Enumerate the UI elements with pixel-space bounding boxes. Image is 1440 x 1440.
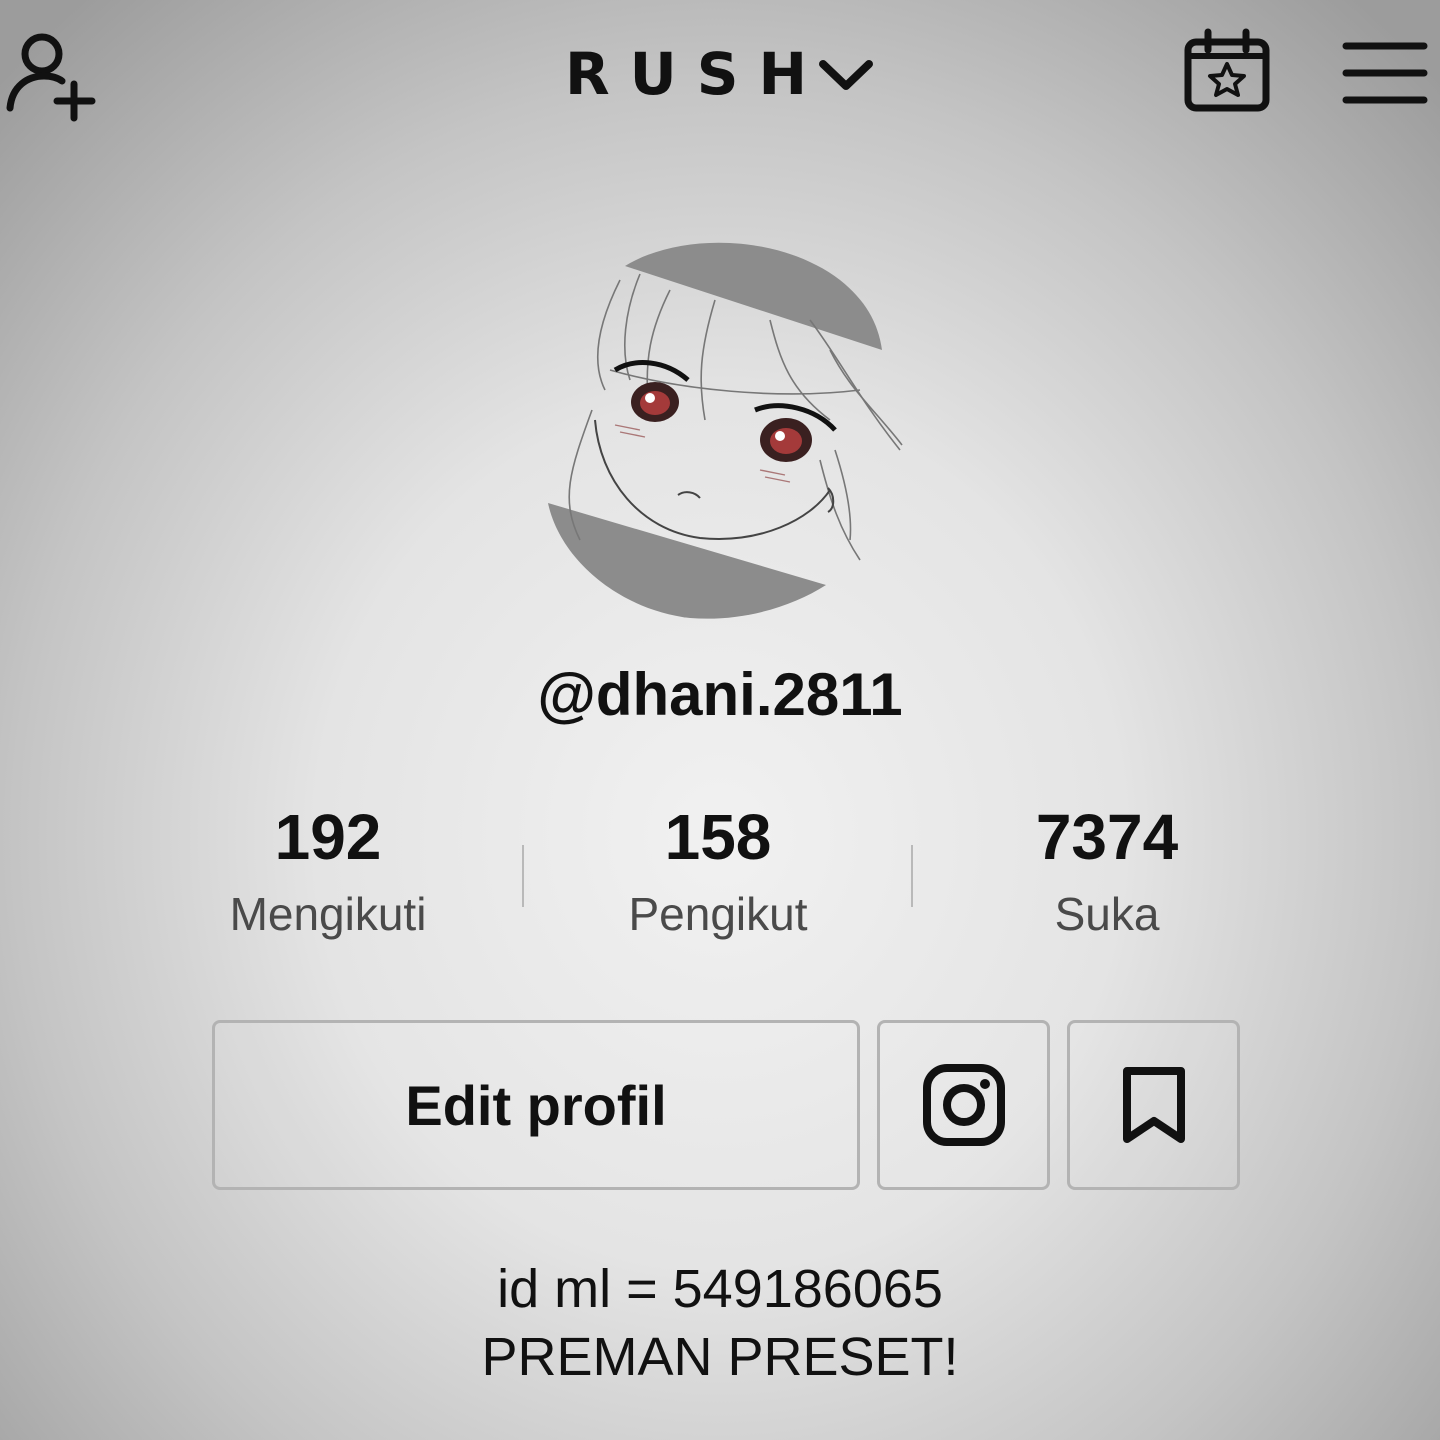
- menu-button[interactable]: [1340, 38, 1430, 108]
- username: @dhani.2811: [537, 661, 903, 728]
- edit-profile-button[interactable]: Edit profil: [212, 1020, 860, 1190]
- following-count: 192: [274, 801, 382, 873]
- stat-divider: [911, 845, 913, 907]
- following-stat[interactable]: 192 Mengikuti: [178, 795, 478, 965]
- likes-label: Suka: [1054, 888, 1160, 940]
- likes-stat[interactable]: 7374 Suka: [957, 795, 1257, 965]
- avatar-image: [548, 242, 903, 619]
- instagram-button[interactable]: [877, 1020, 1050, 1190]
- followers-label: Pengikut: [628, 888, 808, 940]
- bio-line: PREMAN PRESET!: [481, 1327, 959, 1387]
- calendar-button[interactable]: [1180, 28, 1274, 116]
- following-label: Mengikuti: [229, 888, 427, 940]
- bio: id ml = 549186065 PREMAN PRESET!: [320, 1255, 1120, 1391]
- stat-divider: [522, 845, 524, 907]
- hamburger-menu-icon: [1342, 42, 1428, 104]
- avatar[interactable]: [530, 240, 910, 625]
- favorites-button[interactable]: [1067, 1020, 1240, 1190]
- likes-count: 7374: [1035, 801, 1179, 873]
- followers-count: 158: [664, 801, 772, 873]
- calendar-star-icon: [1184, 28, 1270, 112]
- add-friend-icon: [6, 33, 96, 122]
- account-name: RUSH: [564, 40, 828, 108]
- bio-line: id ml = 549186065: [497, 1259, 943, 1319]
- chevron-down-icon: [819, 60, 874, 90]
- bookmark-icon: [1122, 1067, 1185, 1143]
- account-switcher[interactable]: RUSH: [520, 34, 920, 114]
- followers-stat[interactable]: 158 Pengikut: [568, 795, 868, 965]
- add-friend-button[interactable]: [4, 28, 100, 124]
- instagram-icon: [922, 1064, 1005, 1146]
